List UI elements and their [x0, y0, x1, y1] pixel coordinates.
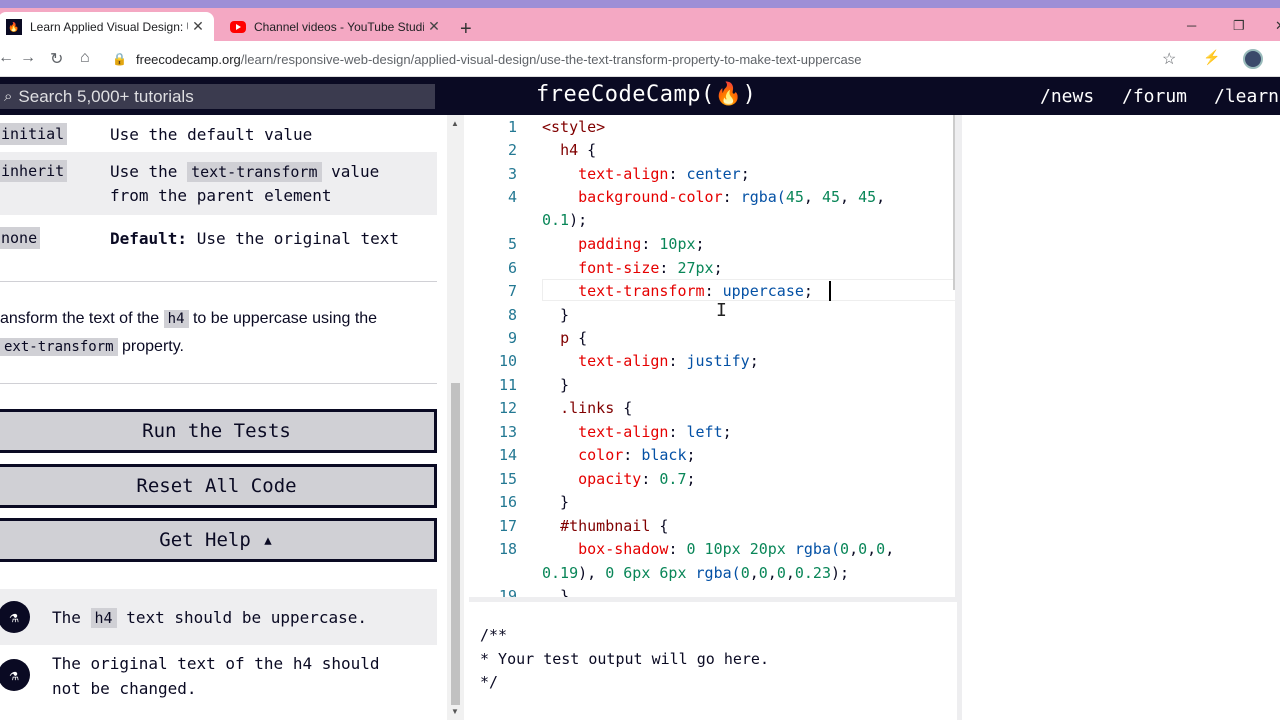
table-row: initial Use the default value — [0, 119, 437, 151]
table-row: inherit Use the text-transform value from… — [0, 152, 437, 215]
tab-title: Learn Applied Visual Design: Use — [30, 19, 188, 34]
home-icon[interactable]: ⌂ — [80, 49, 90, 67]
divider — [0, 281, 437, 282]
instructions-scrollbar[interactable]: ▲ ▼ — [447, 115, 464, 720]
instructions-pane: initial Use the default value inherit Us… — [0, 115, 447, 720]
nav-link-forum[interactable]: /forum — [1122, 86, 1187, 107]
url-path: /learn/responsive-web-design/applied-vis… — [240, 51, 862, 67]
tab-title: Channel videos - YouTube Studio — [254, 19, 424, 34]
profile-avatar[interactable] — [1243, 49, 1263, 69]
value-key: initial — [0, 123, 68, 145]
close-tab-icon[interactable]: ✕ — [188, 18, 208, 35]
tab-bar: 🔥 Learn Applied Visual Design: Use ✕ Cha… — [0, 8, 1280, 41]
scrollbar-thumb[interactable] — [451, 383, 460, 705]
test-output-panel: /** * Your test output will go here. */ — [469, 602, 957, 720]
site-logo[interactable]: freeCodeCamp(🔥) — [536, 82, 756, 107]
test-text: The original text of the h4 should not be… — [52, 654, 380, 698]
tab-youtube[interactable]: Channel videos - YouTube Studio ✕ — [222, 12, 450, 41]
code-editor[interactable]: 1 2 3 4 5 6 7 8 9 10 11 12 13 14 15 16 1… — [469, 115, 957, 597]
text-caret — [829, 281, 831, 301]
url-domain: freecodecamp.org — [136, 51, 241, 67]
get-help-button[interactable]: Get Help ▴ — [0, 518, 437, 562]
tab-fcc[interactable]: 🔥 Learn Applied Visual Design: Use ✕ — [0, 12, 214, 41]
close-tab-icon[interactable]: ✕ — [424, 18, 444, 35]
fcc-favicon-icon: 🔥 — [6, 18, 22, 35]
back-icon[interactable]: ← — [0, 49, 14, 67]
reload-icon[interactable]: ↻ — [50, 49, 63, 69]
extension-icon[interactable]: ⚡ — [1203, 49, 1220, 66]
ibeam-cursor-icon: I — [716, 300, 727, 321]
forward-icon[interactable]: → — [20, 49, 36, 67]
flask-icon: ⚗ — [0, 659, 30, 691]
minimize-icon[interactable]: ─ — [1187, 18, 1196, 33]
bookmark-star-icon[interactable]: ☆ — [1162, 49, 1176, 69]
youtube-favicon-icon — [230, 20, 246, 33]
value-desc: Use the default value — [110, 125, 313, 144]
search-input[interactable]: ⌕ Search 5,000+ tutorials — [0, 84, 435, 109]
lock-icon: 🔒 — [112, 52, 127, 66]
address-bar-row: ← → ↻ ⌂ 🔒 freecodecamp.org /learn/respon… — [0, 41, 1280, 77]
output-line: */ — [480, 673, 499, 691]
scroll-up-icon[interactable]: ▲ — [451, 119, 459, 128]
run-tests-button[interactable]: Run the Tests — [0, 409, 437, 453]
flask-icon: ⚗ — [0, 601, 30, 633]
test-text: The h4 text should be uppercase. — [52, 608, 368, 628]
close-window-icon[interactable]: ✕ — [1275, 18, 1280, 34]
window-top-strip — [0, 0, 1280, 8]
output-line: * Your test output will go here. — [480, 650, 769, 668]
value-desc: Use the text-transform value from the par… — [110, 162, 380, 205]
new-tab-icon[interactable]: + — [460, 18, 472, 41]
test-item: ⚗ The h4 text should be uppercase. — [0, 589, 437, 645]
divider — [0, 383, 437, 384]
table-row: none Default: Use the original text — [0, 219, 437, 255]
url-field[interactable]: 🔒 freecodecamp.org /learn/responsive-web… — [112, 45, 1192, 73]
restore-icon[interactable]: ❐ — [1233, 18, 1245, 34]
value-key: none — [0, 227, 41, 249]
test-item: ⚗ The original text of the h4 should not … — [0, 647, 437, 707]
reset-code-button[interactable]: Reset All Code — [0, 464, 437, 508]
output-line: /** — [480, 626, 508, 644]
challenge-description: ansform the text of the h4 to be upperca… — [0, 310, 378, 356]
scroll-down-icon[interactable]: ▼ — [451, 707, 459, 716]
search-placeholder: Search 5,000+ tutorials — [18, 86, 194, 106]
nav-link-news[interactable]: /news — [1040, 86, 1094, 107]
value-key: inherit — [0, 160, 68, 182]
search-icon: ⌕ — [4, 88, 13, 105]
preview-pane — [962, 115, 1280, 720]
nav-link-learn[interactable]: /learn — [1214, 86, 1279, 107]
value-desc: Default: Use the original text — [110, 229, 399, 248]
site-navbar: ⌕ Search 5,000+ tutorials freeCodeCamp(🔥… — [0, 77, 1280, 115]
